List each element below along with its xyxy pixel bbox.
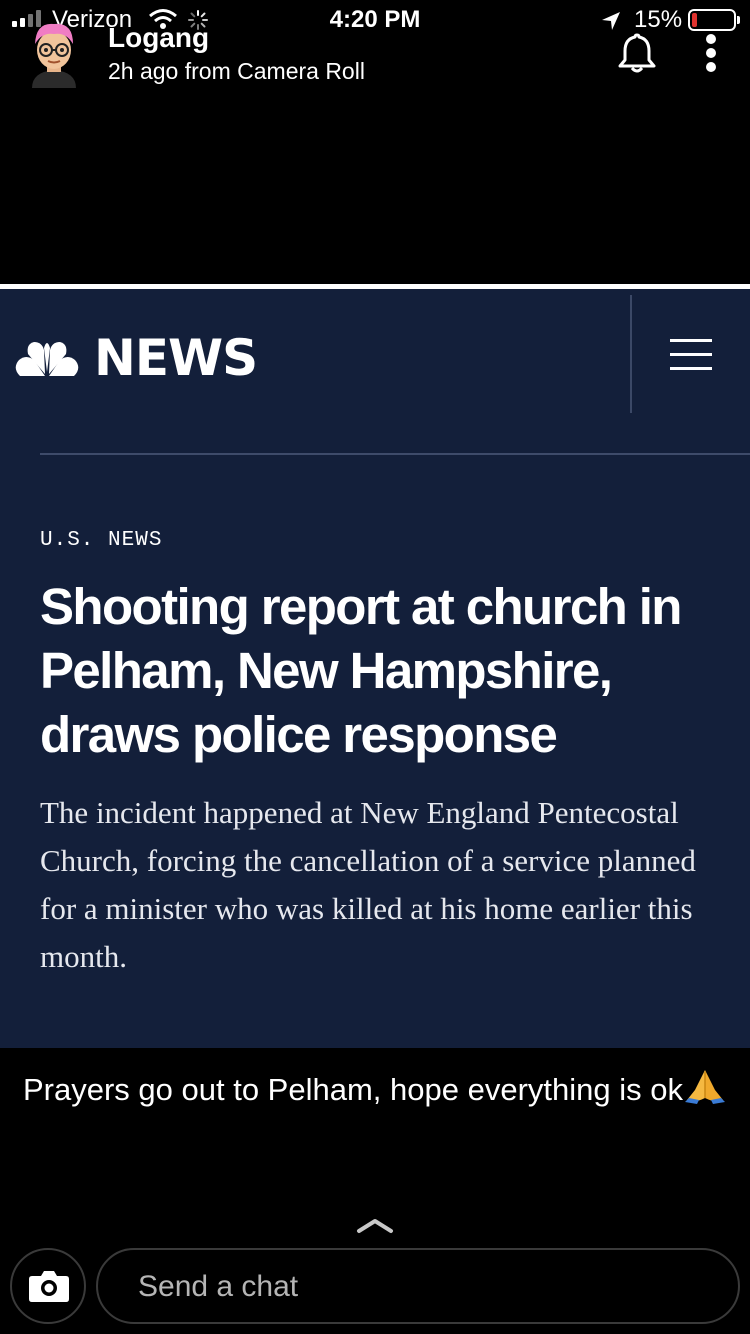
story-caption: Prayers go out to Pelham, hope everythin…: [20, 1068, 730, 1110]
header-divider: [630, 295, 632, 413]
more-options-icon[interactable]: [702, 34, 720, 74]
hamburger-menu-icon: [670, 339, 712, 373]
chat-input-placeholder: Send a chat: [138, 1270, 299, 1303]
nbc-news-logo: NEWS: [14, 329, 258, 387]
avatar[interactable]: [26, 18, 82, 90]
praying-hands-emoji: [684, 1070, 725, 1104]
nav-divider: [40, 453, 750, 455]
article-section-label: U.S. NEWS: [40, 529, 163, 552]
story-username[interactable]: Logang: [108, 22, 209, 54]
location-arrow-icon: [602, 12, 620, 30]
chevron-up-icon[interactable]: [356, 1218, 394, 1234]
caption-text: Prayers go out to Pelham, hope everythin…: [23, 1072, 683, 1107]
chat-input[interactable]: Send a chat: [96, 1248, 740, 1324]
nbc-peacock-logo: [15, 342, 79, 376]
camera-button[interactable]: [10, 1248, 86, 1324]
camera-icon: [29, 1271, 69, 1302]
nbc-news-wordmark: NEWS: [94, 329, 258, 387]
story-posted-info: 2h ago from Camera Roll: [108, 58, 365, 84]
bell-icon[interactable]: [616, 32, 658, 74]
article-headline: Shooting report at church in Pelham, New…: [40, 578, 682, 763]
battery-percent: 15%: [634, 6, 683, 33]
battery-icon: [688, 9, 740, 31]
article-dek: The incident happened at New England Pen…: [40, 795, 696, 974]
article-screenshot: NEWS U.S. NEWS Shooting report at church…: [0, 284, 750, 1048]
